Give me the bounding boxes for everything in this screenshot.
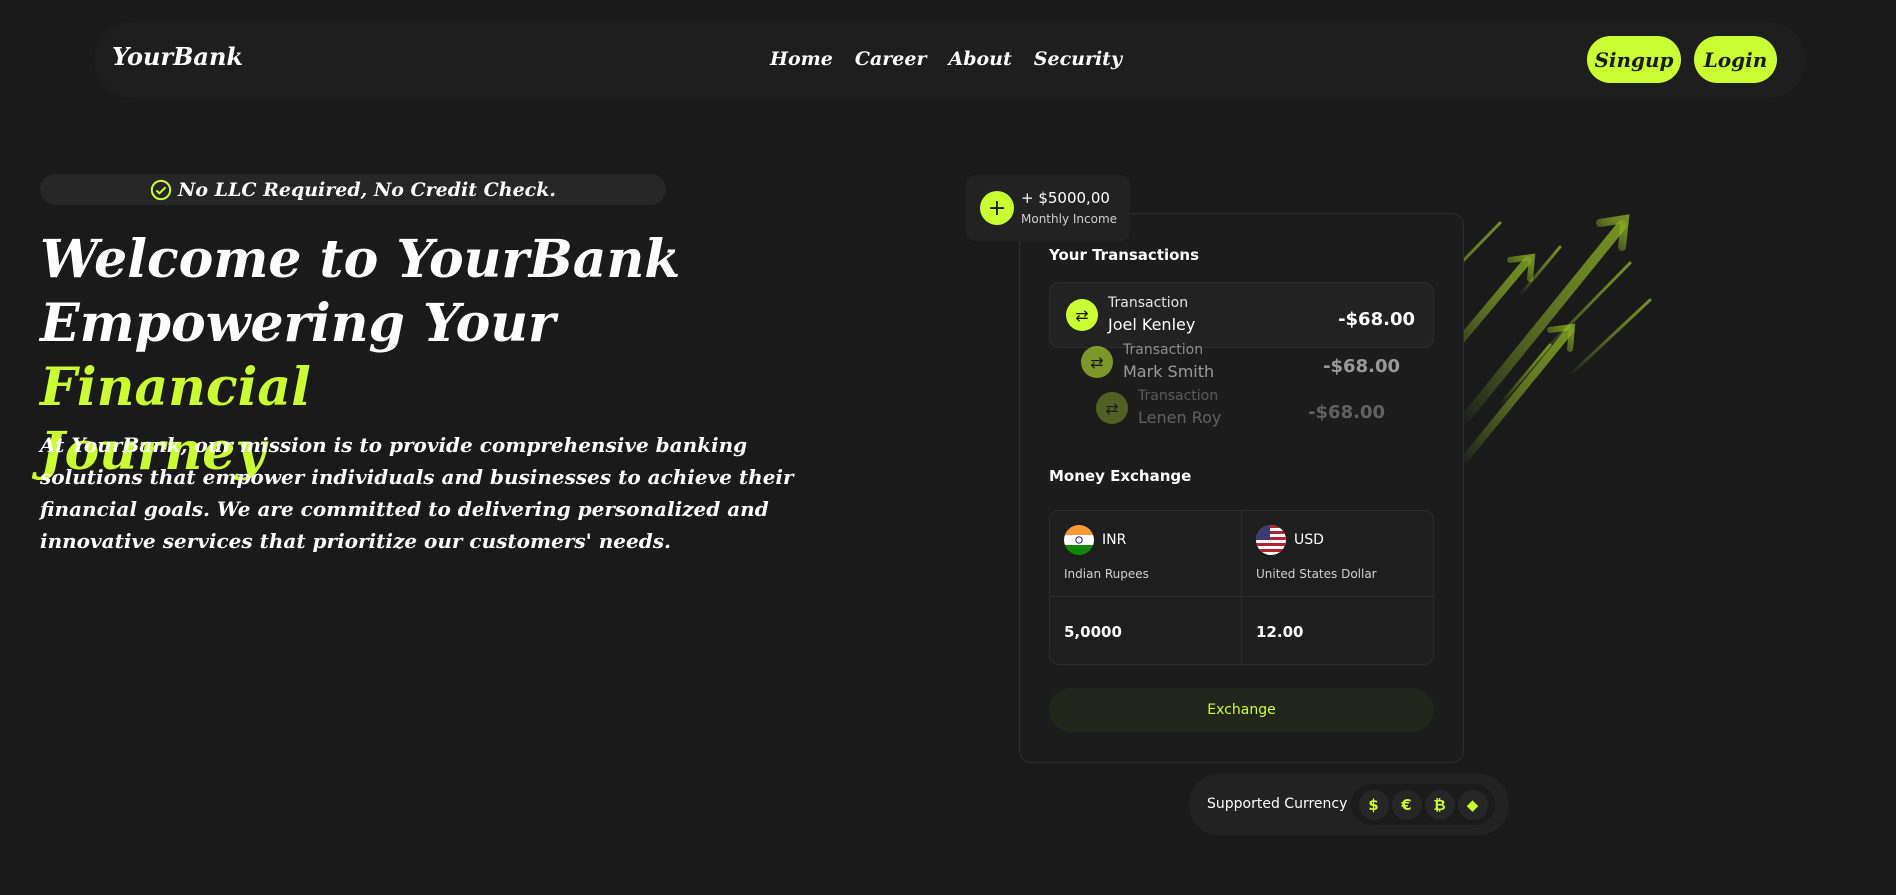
- signup-button[interactable]: Singup: [1587, 36, 1681, 83]
- currency-code: INR: [1102, 532, 1127, 548]
- usa-flag-icon: [1256, 525, 1286, 555]
- nav-links: Home Career About Security: [770, 48, 1122, 70]
- money-exchange-table: INR Indian Rupees USD United States Doll…: [1049, 510, 1434, 665]
- supported-currency-bar: Supported Currency $ € ₿ ◆: [1189, 774, 1509, 835]
- nav-link-home[interactable]: Home: [770, 48, 833, 70]
- currency-name: United States Dollar: [1256, 567, 1377, 581]
- currency-icons: $ € ₿ ◆: [1351, 784, 1495, 825]
- transaction-amount: -$68.00: [1308, 402, 1385, 423]
- monthly-income-chip: + + $5000,00 Monthly Income: [966, 175, 1130, 241]
- brand-logo[interactable]: YourBank: [112, 42, 243, 71]
- currency-name: Indian Rupees: [1064, 567, 1149, 581]
- transaction-type: Transaction: [1108, 295, 1189, 311]
- amount-to-output: 12.00: [1256, 623, 1304, 641]
- hero-title-line2: Empowering Your Financial: [40, 292, 800, 420]
- login-button[interactable]: Login: [1694, 36, 1777, 83]
- divider: [1050, 596, 1433, 597]
- nav-link-career[interactable]: Career: [855, 48, 927, 70]
- ethereum-icon: ◆: [1457, 789, 1488, 820]
- badge-text: No LLC Required, No Credit Check.: [177, 178, 557, 201]
- money-exchange-title: Money Exchange: [1049, 467, 1192, 485]
- income-label: Monthly Income: [1021, 212, 1118, 226]
- amount-from-input[interactable]: 5,0000: [1064, 623, 1122, 641]
- transaction-amount: -$68.00: [1323, 356, 1400, 377]
- dollar-icon: $: [1358, 789, 1389, 820]
- bitcoin-icon: ₿: [1424, 789, 1455, 820]
- hero-title-line1: Welcome to YourBank: [40, 229, 681, 290]
- transaction-item[interactable]: ⇄ Transaction Lenen Roy -$68.00: [1080, 376, 1403, 442]
- nav-link-about[interactable]: About: [948, 48, 1011, 70]
- transaction-type: Transaction: [1138, 388, 1219, 404]
- transaction-amount: -$68.00: [1338, 309, 1415, 330]
- transactions-title: Your Transactions: [1049, 246, 1200, 264]
- hero-title-accent1: Financial: [40, 357, 311, 418]
- exchange-button[interactable]: Exchange: [1049, 688, 1434, 732]
- transaction-type: Transaction: [1123, 342, 1204, 358]
- swap-icon: ⇄: [1081, 346, 1113, 378]
- transaction-name: Lenen Roy: [1138, 408, 1222, 427]
- no-llc-badge: No LLC Required, No Credit Check.: [40, 174, 666, 205]
- divider: [1241, 511, 1242, 664]
- check-circle-icon: [150, 179, 172, 200]
- india-flag-icon: [1064, 525, 1094, 555]
- hero-description: At YourBank, our mission is to provide c…: [40, 433, 794, 553]
- hero-title-line2-text: Empowering Your: [40, 293, 556, 354]
- income-amount: + $5000,00: [1021, 189, 1110, 207]
- euro-icon: €: [1391, 789, 1422, 820]
- swap-icon: ⇄: [1066, 299, 1098, 331]
- plus-icon: +: [980, 191, 1014, 225]
- supported-currency-label: Supported Currency: [1207, 796, 1348, 812]
- nav-link-security[interactable]: Security: [1034, 48, 1122, 70]
- currency-code: USD: [1294, 532, 1324, 548]
- swap-icon: ⇄: [1096, 392, 1128, 424]
- top-navbar: YourBank Home Career About Security Sing…: [94, 22, 1806, 98]
